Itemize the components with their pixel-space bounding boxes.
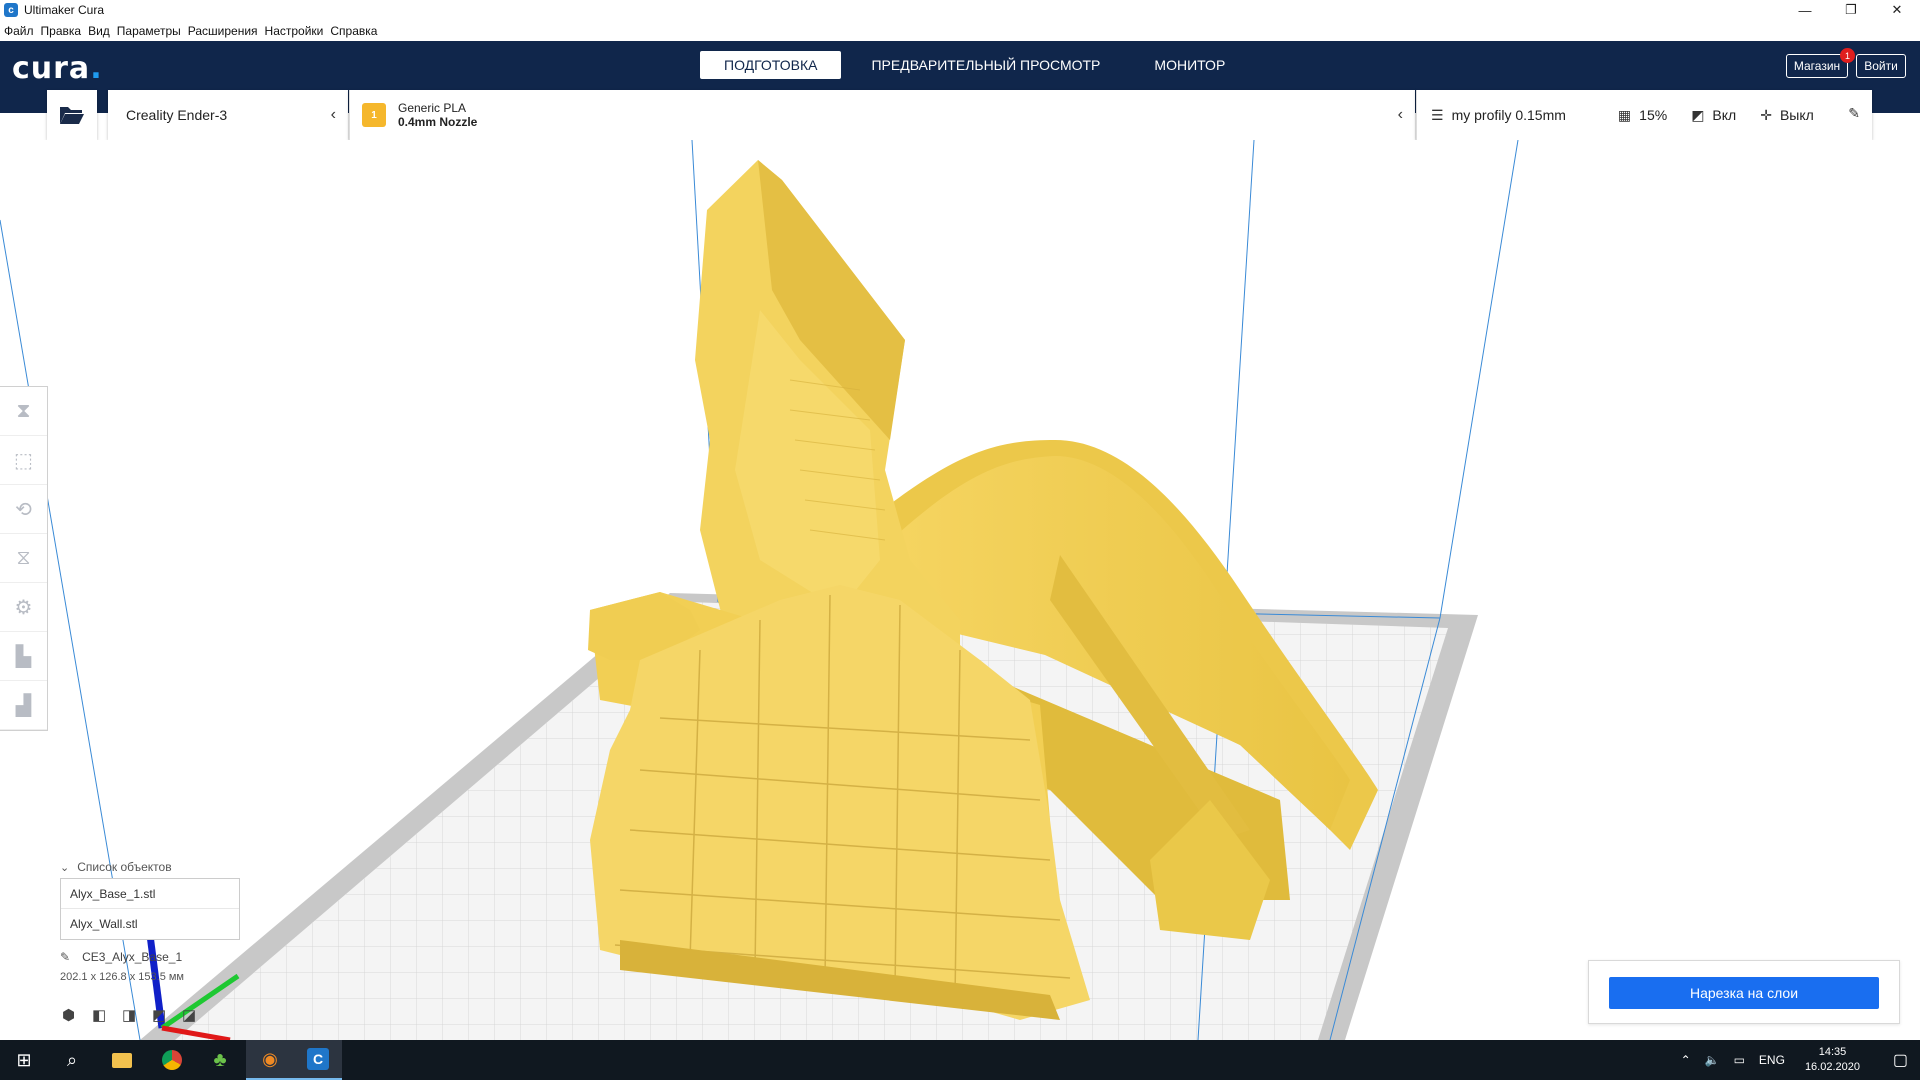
support-blocker-icon[interactable]: ▙ xyxy=(0,632,47,681)
open-file-button[interactable] xyxy=(47,90,97,140)
notification-center-icon[interactable]: ▢ xyxy=(1893,1050,1908,1070)
scale-tool-icon[interactable]: ⬚ xyxy=(0,436,47,485)
view-orientation-buttons: ⬢ ◧ ◨ ◩ ◪ xyxy=(62,1006,212,1024)
volume-icon[interactable]: 🔈 xyxy=(1705,1053,1720,1067)
view-top-icon[interactable]: ◨ xyxy=(122,1006,152,1024)
title-bar: c Ultimaker Cura — ❐ ✕ xyxy=(0,0,1920,20)
rotate-tool-icon[interactable]: ⟲ xyxy=(0,485,47,534)
adhesion-icon: ✛ xyxy=(1760,106,1772,123)
view-left-icon[interactable]: ◩ xyxy=(152,1006,182,1024)
infill-icon: ▦ xyxy=(1617,106,1632,123)
slice-panel: Нарезка на слои xyxy=(1588,960,1900,1024)
print-settings-selector[interactable]: ☰ my profily 0.15mm ▦ 15% ◩ Вкл ✛ Выкл ✎ xyxy=(1416,90,1872,140)
view-right-icon[interactable]: ◪ xyxy=(182,1006,212,1024)
list-item[interactable]: Alyx_Base_1.stl xyxy=(61,879,239,909)
left-toolbar: ⧗ ⬚ ⟲ ⧖ ⚙ ▙ ▟ xyxy=(0,386,48,731)
signin-button[interactable]: Войти xyxy=(1856,54,1906,78)
menu-file[interactable]: Файл xyxy=(4,24,34,38)
3d-viewport[interactable] xyxy=(0,140,1920,1040)
object-list-header[interactable]: ⌄ Список объектов xyxy=(60,860,250,874)
search-icon[interactable]: ⌕ xyxy=(48,1040,96,1080)
menu-settings[interactable]: Параметры xyxy=(117,24,181,38)
nozzle-name: 0.4mm Nozzle xyxy=(398,115,478,129)
view-3d-icon[interactable]: ⬢ xyxy=(62,1006,92,1024)
per-model-settings-icon[interactable]: ⚙ xyxy=(0,583,47,632)
view-front-icon[interactable]: ◧ xyxy=(92,1006,122,1024)
printer-selector[interactable]: Creality Ender-3 ‹ xyxy=(108,90,348,140)
object-list-box: Alyx_Base_1.stl Alyx_Wall.stl xyxy=(60,878,240,940)
support-icon: ◩ xyxy=(1691,106,1705,123)
marketplace-label: Магазин xyxy=(1793,59,1841,73)
menu-extensions[interactable]: Расширения xyxy=(188,24,258,38)
material-name: Generic PLA xyxy=(398,101,467,115)
menu-bar: Файл Правка Вид Параметры Расширения Нас… xyxy=(0,21,384,41)
cura-logo: cura. xyxy=(12,51,103,86)
edit-pencil-icon[interactable]: ✎ xyxy=(1848,105,1860,122)
edit-pencil-icon[interactable]: ✎ xyxy=(60,950,70,964)
clock[interactable]: 14:35 16.02.2020 xyxy=(1805,1045,1860,1075)
object-dimensions: 202.1 x 126.8 x 153.5 мм xyxy=(60,971,184,983)
slice-button[interactable]: Нарезка на слои xyxy=(1609,977,1879,1009)
chevron-up-icon[interactable]: ⌃ xyxy=(1681,1053,1691,1067)
clock-date: 16.02.2020 xyxy=(1804,1061,1860,1073)
tab-prepare[interactable]: ПОДГОТОВКА xyxy=(700,51,842,79)
menu-edit[interactable]: Правка xyxy=(41,24,82,38)
language-indicator[interactable]: ENG xyxy=(1759,1053,1785,1067)
windows-taskbar: ⊞ ⌕ ♣ ◉ C ⌃ 🔈 ▭ ENG 14:35 16.02.2020 ▢ xyxy=(0,1040,1920,1080)
infill-value: 15% xyxy=(1639,107,1668,123)
close-icon[interactable]: ✕ xyxy=(1874,0,1920,20)
menu-preferences[interactable]: Настройки xyxy=(265,24,324,38)
clover-app-icon[interactable]: ♣ xyxy=(196,1040,244,1080)
folder-open-icon xyxy=(60,107,84,124)
list-item[interactable]: Alyx_Wall.stl xyxy=(61,909,239,939)
object-list: ⌄ Список объектов Alyx_Base_1.stl Alyx_W… xyxy=(60,860,250,940)
minimize-icon[interactable]: — xyxy=(1782,0,1828,20)
cura-app-icon: c xyxy=(4,3,18,17)
custom-support-icon[interactable]: ▟ xyxy=(0,681,47,730)
chrome-icon[interactable] xyxy=(148,1040,196,1080)
stage-tabs: ПОДГОТОВКА ПРЕДВАРИТЕЛЬНЫЙ ПРОСМОТР МОНИ… xyxy=(700,51,1255,79)
object-list-title: Список объектов xyxy=(77,860,172,874)
system-tray: ⌃ 🔈 ▭ ENG 14:35 16.02.2020 xyxy=(1667,1040,1860,1080)
network-icon[interactable]: ▭ xyxy=(1734,1053,1745,1067)
blender-icon[interactable]: ◉ xyxy=(246,1040,294,1080)
restore-icon[interactable]: ❐ xyxy=(1828,0,1874,20)
marketplace-button[interactable]: Магазин 1 xyxy=(1786,48,1855,78)
chevron-down-icon: ⌄ xyxy=(60,861,70,874)
cura-taskbar-icon[interactable]: C xyxy=(294,1040,342,1080)
window-title: Ultimaker Cura xyxy=(24,3,105,17)
build-plate-scene[interactable] xyxy=(0,140,1920,1040)
support-value: Вкл xyxy=(1712,107,1737,123)
profile-name: my profily 0.15mm xyxy=(1451,107,1566,123)
file-explorer-icon[interactable] xyxy=(98,1040,146,1080)
chevron-left-icon: ‹ xyxy=(330,106,336,123)
material-selector[interactable]: 1 Generic PLA 0.4mm Nozzle ‹ xyxy=(349,90,1415,140)
printer-name: Creality Ender-3 xyxy=(126,107,228,123)
clock-time: 14:35 xyxy=(1818,1046,1847,1058)
mirror-tool-icon[interactable]: ⧖ xyxy=(0,534,47,583)
menu-help[interactable]: Справка xyxy=(330,24,377,38)
extruder-badge: 1 xyxy=(362,103,386,127)
move-tool-icon[interactable]: ⧗ xyxy=(0,387,47,436)
chevron-left-icon: ‹ xyxy=(1397,106,1403,123)
notification-badge: 1 xyxy=(1840,48,1855,63)
adhesion-value: Выкл xyxy=(1779,107,1814,123)
profile-icon: ☰ xyxy=(1431,106,1444,123)
windows-start-icon[interactable]: ⊞ xyxy=(0,1040,48,1080)
selected-object-name: CE3_Alyx_Base_1 xyxy=(82,950,183,964)
window-controls: — ❐ ✕ xyxy=(1782,0,1920,20)
tab-monitor[interactable]: МОНИТОР xyxy=(1130,51,1249,79)
tab-preview[interactable]: ПРЕДВАРИТЕЛЬНЫЙ ПРОСМОТР xyxy=(847,51,1124,79)
selected-object-info: ✎ CE3_Alyx_Base_1 202.1 x 126.8 x 153.5 … xyxy=(60,950,184,983)
menu-view[interactable]: Вид xyxy=(88,24,110,38)
